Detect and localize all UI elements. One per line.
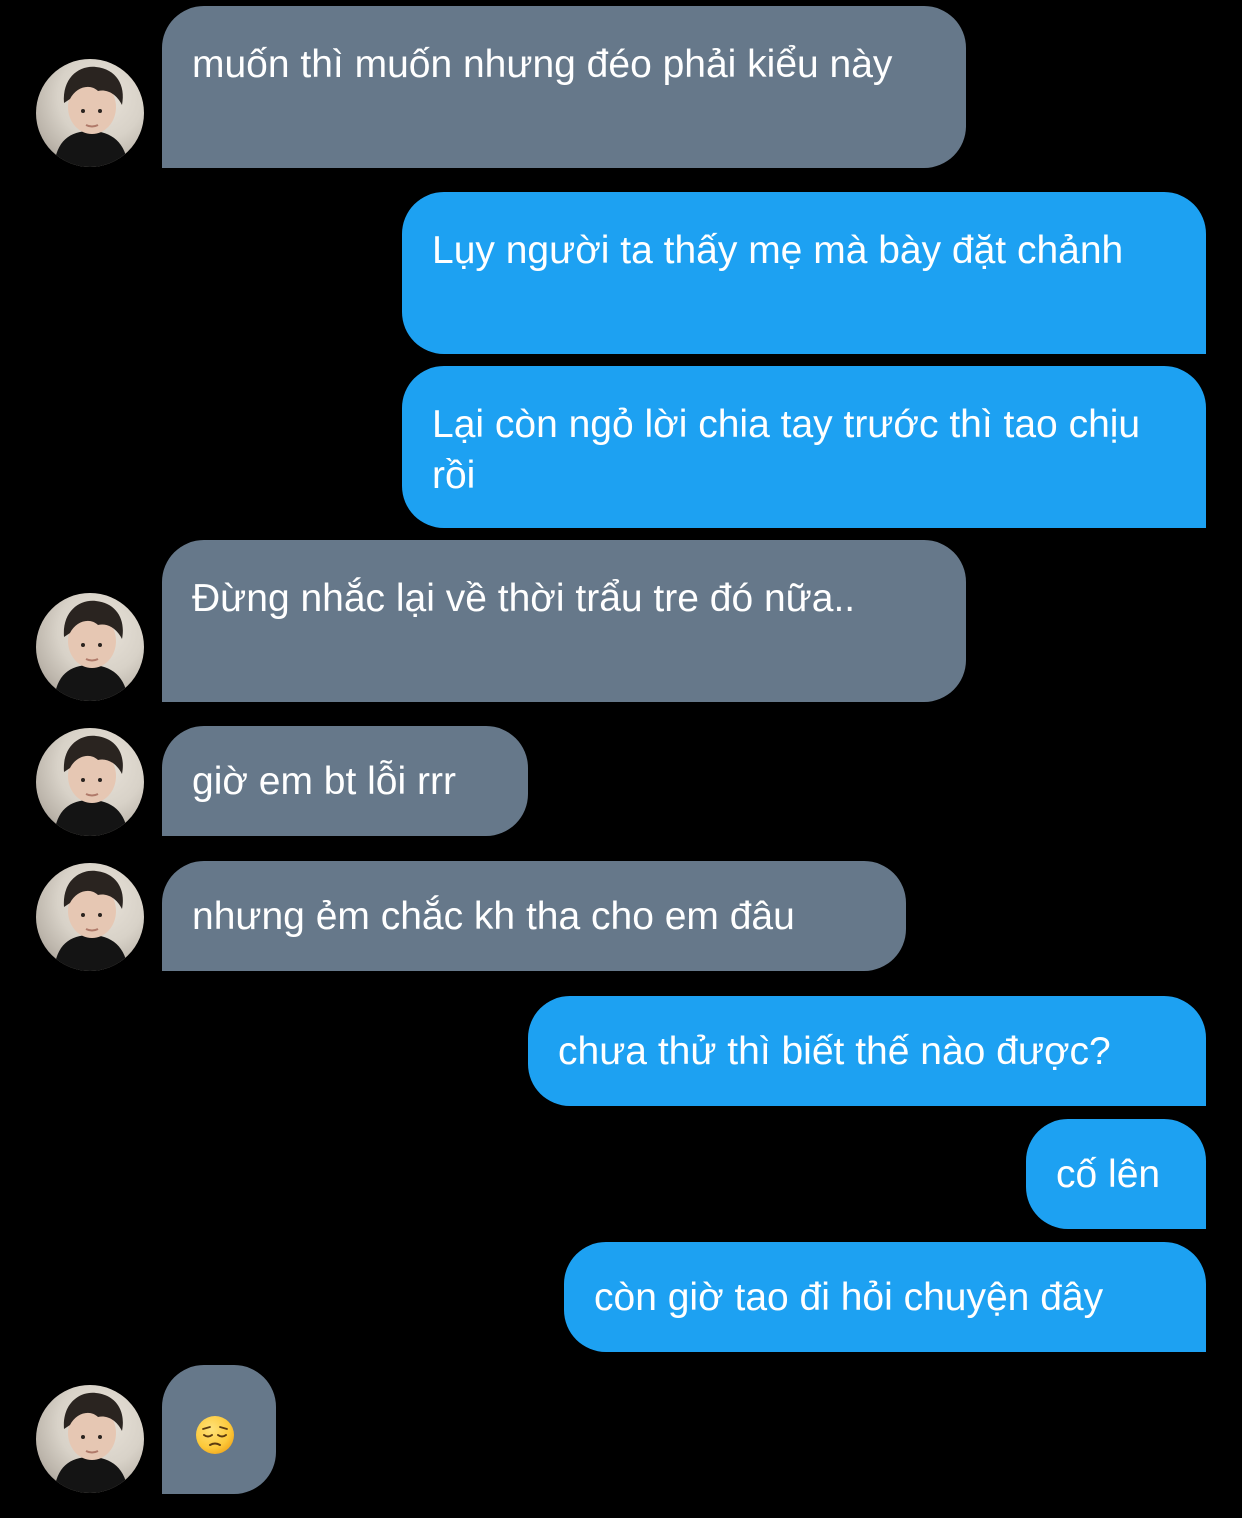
- message-text: Đừng nhắc lại về thời trẩu tre đó nữa..: [192, 577, 856, 620]
- contact-avatar[interactable]: [36, 1385, 144, 1493]
- contact-avatar[interactable]: [36, 59, 144, 167]
- message-text: chưa thử thì biết thế nào được?: [558, 1030, 1111, 1073]
- person-photo-icon: [54, 600, 128, 701]
- message-text: muốn thì muốn nhưng đéo phải kiểu này: [192, 43, 893, 86]
- person-photo-icon: [54, 870, 128, 971]
- message-text: Lụy người ta thấy mẹ mà bày đặt chảnh: [432, 229, 1124, 272]
- message-bubble-incoming[interactable]: Đừng nhắc lại về thời trẩu tre đó nữa..: [162, 540, 966, 702]
- contact-avatar[interactable]: [36, 593, 144, 701]
- person-photo-icon: [54, 735, 128, 836]
- contact-avatar[interactable]: [36, 863, 144, 971]
- message-text: cố lên: [1056, 1153, 1161, 1196]
- person-photo-icon: [54, 1392, 128, 1493]
- message-text: nhưng ẻm chắc kh tha cho em đâu: [192, 895, 795, 938]
- message-bubble-outgoing[interactable]: Lại còn ngỏ lời chia tay trước thì tao c…: [402, 366, 1206, 528]
- message-bubble-outgoing[interactable]: Lụy người ta thấy mẹ mà bày đặt chảnh: [402, 192, 1206, 354]
- message-bubble-outgoing[interactable]: cố lên: [1026, 1119, 1206, 1229]
- message-text: còn giờ tao đi hỏi chuyện đây: [594, 1276, 1104, 1319]
- contact-avatar[interactable]: [36, 728, 144, 836]
- message-bubble-incoming[interactable]: muốn thì muốn nhưng đéo phải kiểu này: [162, 6, 966, 168]
- message-bubble-incoming[interactable]: giờ em bt lỗi rrr: [162, 726, 528, 836]
- message-bubble-incoming[interactable]: nhưng ẻm chắc kh tha cho em đâu: [162, 861, 906, 971]
- message-text: giờ em bt lỗi rrr: [192, 760, 456, 803]
- person-photo-icon: [54, 66, 128, 167]
- message-bubble-outgoing[interactable]: còn giờ tao đi hỏi chuyện đây: [564, 1242, 1206, 1352]
- message-bubble-outgoing[interactable]: chưa thử thì biết thế nào được?: [528, 996, 1206, 1106]
- message-bubble-incoming[interactable]: [162, 1365, 276, 1494]
- pensive-face-icon: [196, 1416, 234, 1454]
- message-text: Lại còn ngỏ lời chia tay trước thì tao c…: [432, 403, 1141, 497]
